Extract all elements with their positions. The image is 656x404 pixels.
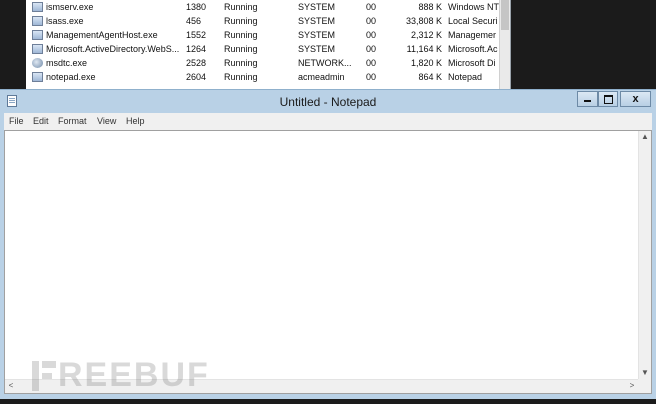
minimize-icon bbox=[584, 99, 591, 102]
process-list-scrollbar[interactable] bbox=[499, 0, 510, 90]
process-cpu: 00 bbox=[366, 72, 377, 82]
process-user: SYSTEM bbox=[298, 2, 336, 12]
process-pid: 456 bbox=[186, 16, 202, 26]
maximize-button[interactable] bbox=[598, 91, 618, 107]
process-cpu: 00 bbox=[366, 2, 377, 12]
menu-format[interactable]: Format bbox=[58, 116, 87, 126]
process-user: SYSTEM bbox=[298, 30, 336, 40]
service-icon bbox=[32, 58, 43, 68]
app-icon bbox=[32, 2, 43, 12]
process-status: Running bbox=[224, 2, 258, 12]
process-pid: 1264 bbox=[186, 44, 207, 54]
process-cpu: 00 bbox=[366, 16, 377, 26]
process-row[interactable]: msdtc.exe 2528 Running NETWORK... 00 1,820 K M… bbox=[26, 56, 500, 70]
menu-file[interactable]: File bbox=[9, 116, 24, 126]
process-pid: 2604 bbox=[186, 72, 207, 82]
process-description: Microsoft.Ac bbox=[448, 44, 498, 54]
process-name: notepad.exe bbox=[46, 72, 96, 82]
process-memory: 888 K bbox=[418, 2, 442, 12]
process-status: Running bbox=[224, 30, 258, 40]
process-row[interactable]: lsass.exe 456 Running SYSTEM 00 33,808 K Local… bbox=[26, 14, 500, 28]
process-name: lsass.exe bbox=[46, 16, 84, 26]
process-memory: 1,820 K bbox=[410, 58, 442, 68]
process-memory: 11,164 K bbox=[406, 44, 442, 54]
process-user: NETWORK... bbox=[298, 58, 352, 68]
title-bar[interactable]: Untitled - Notepad x bbox=[0, 90, 656, 112]
process-description: Windows NT bbox=[448, 2, 500, 12]
scroll-right-icon[interactable]: > bbox=[626, 380, 638, 392]
app-icon bbox=[32, 16, 43, 26]
app-icon bbox=[32, 30, 43, 40]
process-memory: 2,312 K bbox=[410, 30, 442, 40]
close-icon: x bbox=[632, 93, 639, 105]
process-row[interactable]: notepad.exe 2604 Running acmeadmin 00 864 K No… bbox=[26, 70, 500, 84]
scroll-up-icon[interactable]: ▲ bbox=[639, 131, 651, 143]
process-user: acmeadmin bbox=[298, 72, 345, 82]
process-name: ManagementAgentHost.exe bbox=[46, 30, 158, 40]
size-grip[interactable] bbox=[638, 379, 651, 393]
process-user: SYSTEM bbox=[298, 16, 336, 26]
process-description: Local Securi bbox=[448, 16, 498, 26]
minimize-button[interactable] bbox=[577, 91, 598, 107]
editor-content[interactable] bbox=[8, 133, 635, 377]
process-name: Microsoft.ActiveDirectory.WebS... bbox=[46, 44, 180, 54]
watermark: REEBUF bbox=[30, 353, 220, 394]
task-manager-window: ismserv.exe 1380 Running SYSTEM 00 888 K Windo… bbox=[26, 0, 511, 90]
process-description: Managemer bbox=[448, 30, 497, 40]
vertical-scrollbar[interactable]: ▲ ▼ bbox=[638, 131, 651, 379]
process-cpu: 00 bbox=[366, 44, 377, 54]
watermark-text: REEBUF bbox=[58, 356, 210, 394]
menu-view[interactable]: View bbox=[97, 116, 116, 126]
process-pid: 1552 bbox=[186, 30, 207, 40]
process-status: Running bbox=[224, 16, 258, 26]
app-icon bbox=[32, 72, 43, 82]
process-status: Running bbox=[224, 72, 258, 82]
process-row[interactable]: ManagementAgentHost.exe 1552 Running SYSTEM… bbox=[26, 28, 500, 42]
process-cpu: 00 bbox=[366, 30, 377, 40]
watermark-logo-icon bbox=[32, 361, 56, 391]
process-description: Microsoft Di bbox=[448, 58, 496, 68]
process-pid: 2528 bbox=[186, 58, 207, 68]
scroll-left-icon[interactable]: < bbox=[5, 380, 17, 392]
process-memory: 33,808 K bbox=[405, 16, 442, 26]
process-name: msdtc.exe bbox=[46, 58, 88, 68]
maximize-icon bbox=[603, 94, 613, 104]
process-user: SYSTEM bbox=[298, 44, 336, 54]
process-pid: 1380 bbox=[186, 2, 207, 12]
process-memory: 864 K bbox=[418, 72, 442, 82]
process-row[interactable]: Microsoft.ActiveDirectory.WebS... 1264 Run… bbox=[26, 42, 500, 56]
process-status: Running bbox=[224, 58, 258, 68]
process-row[interactable]: ismserv.exe 1380 Running SYSTEM 00 888 K Windo… bbox=[26, 0, 500, 14]
process-description: Notepad bbox=[448, 72, 483, 82]
process-cpu: 00 bbox=[366, 58, 377, 68]
process-list: ismserv.exe 1380 Running SYSTEM 00 888 K Windo… bbox=[26, 0, 500, 84]
process-name: ismserv.exe bbox=[46, 2, 94, 12]
window-title: Untitled - Notepad bbox=[279, 95, 377, 109]
menu-bar: File Edit Format View Help bbox=[4, 113, 652, 130]
menu-edit[interactable]: Edit bbox=[33, 116, 49, 126]
close-button[interactable]: x bbox=[620, 91, 651, 107]
app-icon bbox=[32, 44, 43, 54]
scroll-down-icon[interactable]: ▼ bbox=[639, 367, 651, 379]
scrollbar-thumb[interactable] bbox=[501, 0, 509, 30]
menu-help[interactable]: Help bbox=[126, 116, 145, 126]
process-status: Running bbox=[224, 44, 258, 54]
